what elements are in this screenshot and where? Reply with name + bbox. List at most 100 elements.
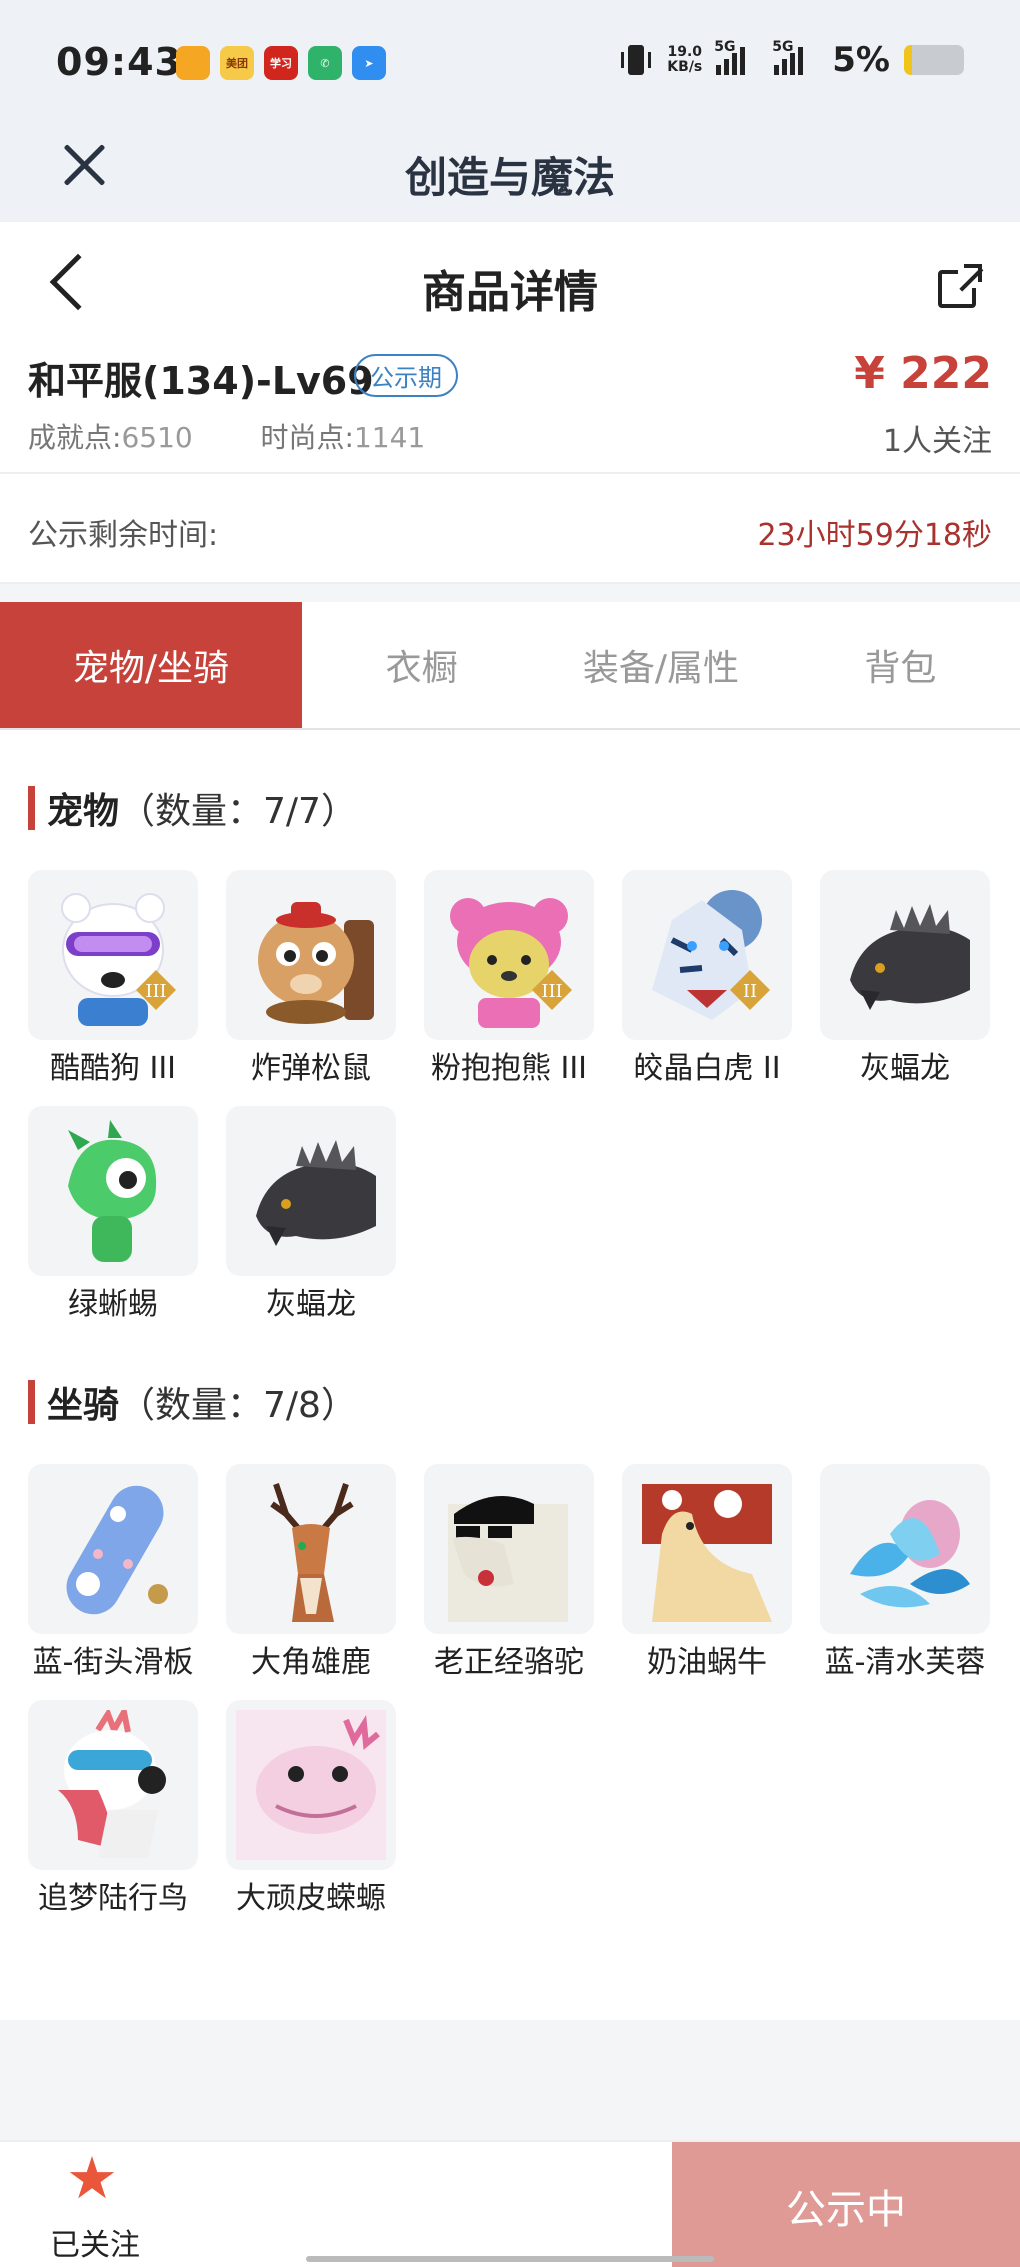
remaining-time-row: 公示剩余时间: 23小时59分18秒: [0, 474, 1020, 584]
stag-icon: [270, 1483, 354, 1622]
status-app-icons: 美团 学习 ✆ ➤: [176, 46, 386, 80]
salamander-icon: [236, 1710, 386, 1860]
pet-card[interactable]: 灰蝠龙: [820, 870, 990, 1088]
section-accent: [28, 1380, 35, 1424]
mount-card[interactable]: 老正经骆驼: [424, 1464, 594, 1682]
cool-dog-icon: III: [61, 893, 176, 1026]
mounts-title: 坐骑: [47, 1385, 120, 1426]
snail-icon: [642, 1484, 772, 1622]
home-indicator[interactable]: [306, 2256, 714, 2262]
app-title-bar: 创造与魔法: [0, 120, 1020, 222]
mount-name: 追梦陆行鸟: [38, 1881, 188, 1916]
remaining-time-label: 公示剩余时间:: [28, 518, 219, 553]
phone-app-icon: ✆: [308, 46, 342, 80]
net-speed-value: 19.0: [667, 44, 703, 60]
pet-card[interactable]: 炸弹松鼠: [226, 870, 396, 1088]
mount-name: 蓝-街头滑板: [32, 1645, 194, 1680]
paper-plane-app-icon: ➤: [352, 46, 386, 80]
mount-card[interactable]: 蓝-街头滑板: [28, 1464, 198, 1682]
battery-percent: 5%: [832, 40, 890, 80]
signal-label-2: 5G: [772, 39, 794, 55]
bottom-bar: ★ 已关注 公示中: [0, 2140, 1020, 2267]
pets-section: 宠物 （数量：7/7） III 酷酷狗 III 炸弹松鼠 III 粉抱抱熊 II…: [0, 780, 1020, 1324]
net-speed: 19.0 KB/s: [667, 45, 702, 75]
mounts-section: 坐骑 （数量：7/8） 蓝-街头滑板 大角雄鹿 老正经骆驼 奶油蜗牛 蓝-清水芙…: [0, 1374, 1020, 1918]
price: ¥ 222: [854, 348, 992, 399]
pet-name: 酷酷狗 III: [49, 1051, 177, 1086]
battery-icon: [904, 45, 964, 75]
notes-app-icon: [176, 46, 210, 80]
pink-bear-icon: III: [450, 898, 572, 1028]
status-bar: 09:43 美团 学习 ✆ ➤ 19.0 KB/s 5G 5G 5%: [0, 0, 1020, 120]
white-tiger-icon: II: [652, 890, 770, 1020]
fashion-value: 1141: [353, 421, 426, 454]
bird-icon: [58, 1710, 166, 1858]
public-status-button[interactable]: 公示中: [672, 2142, 1020, 2267]
pet-name: 皎晶白虎 II: [633, 1051, 781, 1086]
page-nav: 商品详情: [0, 222, 1020, 346]
tab-bar: 宠物/坐骑 衣橱 装备/属性 背包: [0, 602, 1020, 730]
pets-header: 宠物 （数量：7/7）: [28, 780, 992, 836]
tab-pets-mounts[interactable]: 宠物/坐骑: [0, 602, 302, 728]
pet-name: 粉抱抱熊 III: [430, 1051, 588, 1086]
meituan-app-icon: 美团: [220, 46, 254, 80]
fashion-label: 时尚点:: [260, 421, 354, 454]
vibrate-icon: [621, 45, 652, 75]
mount-card[interactable]: 追梦陆行鸟: [28, 1700, 198, 1918]
net-speed-unit: KB/s: [667, 59, 703, 75]
svg-text:III: III: [541, 981, 562, 1002]
pet-name: 灰蝠龙: [860, 1051, 950, 1086]
page-title: 商品详情: [422, 267, 598, 318]
mount-card[interactable]: 大角雄鹿: [226, 1464, 396, 1682]
gray-bat-dragon-icon: [850, 904, 970, 1010]
star-icon: ★: [66, 2144, 118, 2212]
svg-text:II: II: [743, 981, 757, 1002]
achievement-label: 成就点:: [28, 421, 122, 454]
mounts-grid: 蓝-街头滑板 大角雄鹿 老正经骆驼 奶油蜗牛 蓝-清水芙蓉 追梦陆行鸟 大顽皮蝾…: [28, 1464, 992, 1918]
mount-card[interactable]: 蓝-清水芙蓉: [820, 1464, 990, 1682]
mount-name: 大角雄鹿: [251, 1645, 371, 1680]
pet-name: 炸弹松鼠: [251, 1051, 371, 1086]
status-badge: 公示期: [354, 354, 458, 397]
pets-count: （数量：7/7）: [119, 791, 357, 832]
pet-card[interactable]: III 酷酷狗 III: [28, 870, 198, 1088]
signal-icon-2: 5G: [772, 39, 818, 75]
pet-name: 绿蜥蜴: [68, 1287, 158, 1322]
follower-count: 1人关注: [882, 424, 992, 459]
follow-button[interactable]: ★ 已关注: [0, 2142, 190, 2267]
svg-text:III: III: [145, 981, 166, 1002]
share-icon[interactable]: [938, 262, 984, 308]
status-indicators: 19.0 KB/s 5G 5G 5%: [619, 39, 964, 80]
pet-card[interactable]: 绿蜥蜴: [28, 1106, 198, 1324]
skateboard-icon: [66, 1485, 168, 1615]
lotus-icon: [850, 1500, 970, 1608]
tab-equipment[interactable]: 装备/属性: [541, 602, 780, 728]
pet-card[interactable]: III 粉抱抱熊 III: [424, 870, 594, 1088]
camel-icon: [448, 1496, 568, 1622]
pets-grid: III 酷酷狗 III 炸弹松鼠 III 粉抱抱熊 III II 皎晶白虎 II…: [28, 870, 992, 1324]
pets-title: 宠物: [47, 791, 120, 832]
pet-card[interactable]: II 皎晶白虎 II: [622, 870, 792, 1088]
mount-name: 大顽皮蝾螈: [236, 1881, 386, 1916]
tab-wardrobe[interactable]: 衣橱: [302, 602, 541, 728]
mount-name: 老正经骆驼: [434, 1645, 584, 1680]
divider: [0, 584, 1020, 602]
account-stats: 成就点:6510 时尚点:1141: [28, 416, 425, 456]
green-lizard-icon: [68, 1120, 157, 1262]
main-content: 商品详情 和平服(134)-Lv69 公示期 成就点:6510 时尚点:1141…: [0, 222, 1020, 2020]
listing-info: 和平服(134)-Lv69 公示期 成就点:6510 时尚点:1141 ¥ 22…: [0, 346, 1020, 474]
mount-name: 蓝-清水芙蓉: [824, 1645, 986, 1680]
xuexi-app-icon: 学习: [264, 46, 298, 80]
mount-name: 奶油蜗牛: [647, 1645, 767, 1680]
mount-card[interactable]: 奶油蜗牛: [622, 1464, 792, 1682]
account-name: 和平服(134)-Lv69: [28, 359, 374, 403]
mounts-header: 坐骑 （数量：7/8）: [28, 1374, 992, 1430]
tab-backpack[interactable]: 背包: [781, 602, 1020, 728]
remaining-time-value: 23小时59分18秒: [757, 518, 992, 553]
gray-bat-dragon-icon: [256, 1140, 376, 1246]
follow-label: 已关注: [50, 2228, 140, 2263]
pet-card[interactable]: 灰蝠龙: [226, 1106, 396, 1324]
achievement-value: 6510: [121, 421, 193, 454]
pet-name: 灰蝠龙: [266, 1287, 356, 1322]
mount-card[interactable]: 大顽皮蝾螈: [226, 1700, 396, 1918]
